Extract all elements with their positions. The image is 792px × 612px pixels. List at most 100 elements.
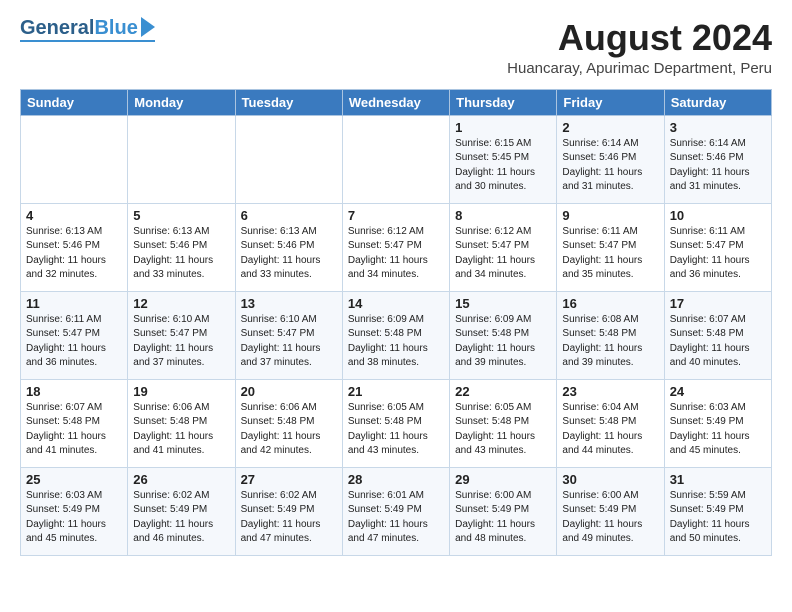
calendar-cell: 9Sunrise: 6:11 AMSunset: 5:47 PMDaylight…: [557, 203, 664, 291]
day-number: 26: [133, 472, 229, 487]
day-number: 3: [670, 120, 766, 135]
day-number: 15: [455, 296, 551, 311]
day-info: Sunrise: 6:03 AMSunset: 5:49 PMDaylight:…: [670, 401, 766, 459]
day-of-week-header: Sunday: [21, 89, 128, 115]
calendar-cell: 16Sunrise: 6:08 AMSunset: 5:48 PMDayligh…: [557, 291, 664, 379]
calendar-cell: [235, 115, 342, 203]
day-number: 11: [26, 296, 122, 311]
calendar-cell: 7 Sunrise: 6:12 AMSunset: 5:47 PMDaylight…: [342, 203, 449, 291]
day-info: Sunrise: 6:11 AMSunset: 5:47 PMDaylight:…: [670, 225, 766, 283]
calendar-cell: 11 Sunrise: 6:11 AMSunset: 5:47 PMDayligh…: [21, 291, 128, 379]
day-info: Sunrise: 6:12 AMSunset: 5:47 PMDaylight:…: [348, 225, 444, 283]
day-info: Sunrise: 6:02 AMSunset: 5:49 PMDaylight:…: [241, 489, 337, 547]
day-number: 19: [133, 384, 229, 399]
day-info: Sunrise: 6:12 AMSunset: 5:47 PMDaylight:…: [455, 225, 551, 283]
day-number: 22: [455, 384, 551, 399]
day-info: Sunrise: 6:13 AMSunset: 5:46 PMDaylight:…: [133, 225, 229, 283]
day-info: Sunrise: 5:59 AMSunset: 5:49 PMDaylight:…: [670, 489, 766, 547]
logo-general: General: [20, 18, 94, 38]
day-number: 7: [348, 208, 444, 223]
day-info: Sunrise: 6:15 AMSunset: 5:45 PMDaylight:…: [455, 137, 551, 195]
day-info: Sunrise: 6:05 AMSunset: 5:48 PMDaylight:…: [348, 401, 444, 459]
calendar-cell: 5 Sunrise: 6:13 AMSunset: 5:46 PMDaylight…: [128, 203, 235, 291]
calendar-cell: 21 Sunrise: 6:05 AMSunset: 5:48 PMDayligh…: [342, 379, 449, 467]
day-number: 30: [562, 472, 658, 487]
calendar-cell: [342, 115, 449, 203]
logo-arrow-icon: [141, 17, 155, 37]
day-info: Sunrise: 6:14 AMSunset: 5:46 PMDaylight:…: [670, 137, 766, 195]
logo-underline: [20, 40, 155, 42]
day-number: 1: [455, 120, 551, 135]
calendar-cell: 10 Sunrise: 6:11 AMSunset: 5:47 PMDayligh…: [664, 203, 771, 291]
calendar-cell: 1 Sunrise: 6:15 AMSunset: 5:45 PMDaylight…: [450, 115, 557, 203]
day-info: Sunrise: 6:01 AMSunset: 5:49 PMDaylight:…: [348, 489, 444, 547]
day-info: Sunrise: 6:05 AMSunset: 5:48 PMDaylight:…: [455, 401, 551, 459]
day-info: Sunrise: 6:14 AMSunset: 5:46 PMDaylight:…: [562, 137, 658, 195]
day-info: Sunrise: 6:13 AMSunset: 5:46 PMDaylight:…: [241, 225, 337, 283]
day-number: 18: [26, 384, 122, 399]
day-info: Sunrise: 6:09 AMSunset: 5:48 PMDaylight:…: [455, 313, 551, 371]
subtitle: Huancaray, Apurimac Department, Peru: [507, 60, 772, 77]
day-number: 8: [455, 208, 551, 223]
day-number: 16: [562, 296, 658, 311]
day-number: 10: [670, 208, 766, 223]
calendar-cell: 3 Sunrise: 6:14 AMSunset: 5:46 PMDaylight…: [664, 115, 771, 203]
calendar-cell: 12Sunrise: 6:10 AMSunset: 5:47 PMDayligh…: [128, 291, 235, 379]
calendar-header-row: SundayMondayTuesdayWednesdayThursdayFrid…: [21, 89, 772, 115]
calendar-cell: 24 Sunrise: 6:03 AMSunset: 5:49 PMDayligh…: [664, 379, 771, 467]
day-info: Sunrise: 6:07 AMSunset: 5:48 PMDaylight:…: [670, 313, 766, 371]
calendar-week-row: 4Sunrise: 6:13 AMSunset: 5:46 PMDaylight…: [21, 203, 772, 291]
calendar-cell: 27 Sunrise: 6:02 AMSunset: 5:49 PMDayligh…: [235, 467, 342, 555]
calendar-cell: [128, 115, 235, 203]
day-of-week-header: Thursday: [450, 89, 557, 115]
day-number: 31: [670, 472, 766, 487]
calendar-cell: 28 Sunrise: 6:01 AMSunset: 5:49 PMDayligh…: [342, 467, 449, 555]
day-number: 5: [133, 208, 229, 223]
calendar-week-row: 18 Sunrise: 6:07 AMSunset: 5:48 PMDayligh…: [21, 379, 772, 467]
day-info: Sunrise: 6:03 AMSunset: 5:49 PMDaylight:…: [26, 489, 122, 547]
day-info: Sunrise: 6:00 AMSunset: 5:49 PMDaylight:…: [562, 489, 658, 547]
calendar-cell: 2Sunrise: 6:14 AMSunset: 5:46 PMDaylight…: [557, 115, 664, 203]
day-number: 6: [241, 208, 337, 223]
day-info: Sunrise: 6:04 AMSunset: 5:48 PMDaylight:…: [562, 401, 658, 459]
title-block: August 2024 Huancaray, Apurimac Departme…: [507, 18, 772, 77]
calendar-cell: 19Sunrise: 6:06 AMSunset: 5:48 PMDayligh…: [128, 379, 235, 467]
day-info: Sunrise: 6:00 AMSunset: 5:49 PMDaylight:…: [455, 489, 551, 547]
day-info: Sunrise: 6:10 AMSunset: 5:47 PMDaylight:…: [241, 313, 337, 371]
calendar-cell: 6 Sunrise: 6:13 AMSunset: 5:46 PMDaylight…: [235, 203, 342, 291]
calendar-cell: 20 Sunrise: 6:06 AMSunset: 5:48 PMDayligh…: [235, 379, 342, 467]
calendar-table: SundayMondayTuesdayWednesdayThursdayFrid…: [20, 89, 772, 556]
day-number: 14: [348, 296, 444, 311]
day-info: Sunrise: 6:11 AMSunset: 5:47 PMDaylight:…: [26, 313, 122, 371]
logo-blue: Blue: [94, 18, 137, 38]
day-of-week-header: Saturday: [664, 89, 771, 115]
day-of-week-header: Friday: [557, 89, 664, 115]
logo-text: GeneralBlue: [20, 18, 155, 38]
day-info: Sunrise: 6:07 AMSunset: 5:48 PMDaylight:…: [26, 401, 122, 459]
day-number: 20: [241, 384, 337, 399]
day-info: Sunrise: 6:11 AMSunset: 5:47 PMDaylight:…: [562, 225, 658, 283]
calendar-cell: [21, 115, 128, 203]
day-number: 12: [133, 296, 229, 311]
header: GeneralBlue August 2024 Huancaray, Apuri…: [20, 18, 772, 77]
calendar-cell: 22 Sunrise: 6:05 AMSunset: 5:48 PMDayligh…: [450, 379, 557, 467]
day-number: 28: [348, 472, 444, 487]
day-info: Sunrise: 6:06 AMSunset: 5:48 PMDaylight:…: [241, 401, 337, 459]
day-number: 17: [670, 296, 766, 311]
calendar-cell: 29Sunrise: 6:00 AMSunset: 5:49 PMDayligh…: [450, 467, 557, 555]
logo: GeneralBlue: [20, 18, 155, 42]
day-number: 23: [562, 384, 658, 399]
calendar-cell: 14 Sunrise: 6:09 AMSunset: 5:48 PMDayligh…: [342, 291, 449, 379]
day-number: 13: [241, 296, 337, 311]
day-number: 27: [241, 472, 337, 487]
day-info: Sunrise: 6:02 AMSunset: 5:49 PMDaylight:…: [133, 489, 229, 547]
calendar-cell: 26 Sunrise: 6:02 AMSunset: 5:49 PMDayligh…: [128, 467, 235, 555]
calendar-cell: 30 Sunrise: 6:00 AMSunset: 5:49 PMDayligh…: [557, 467, 664, 555]
day-number: 21: [348, 384, 444, 399]
day-number: 24: [670, 384, 766, 399]
day-info: Sunrise: 6:09 AMSunset: 5:48 PMDaylight:…: [348, 313, 444, 371]
calendar-cell: 23 Sunrise: 6:04 AMSunset: 5:48 PMDayligh…: [557, 379, 664, 467]
calendar-week-row: 25Sunrise: 6:03 AMSunset: 5:49 PMDayligh…: [21, 467, 772, 555]
calendar-cell: 17 Sunrise: 6:07 AMSunset: 5:48 PMDayligh…: [664, 291, 771, 379]
calendar-cell: 15 Sunrise: 6:09 AMSunset: 5:48 PMDayligh…: [450, 291, 557, 379]
